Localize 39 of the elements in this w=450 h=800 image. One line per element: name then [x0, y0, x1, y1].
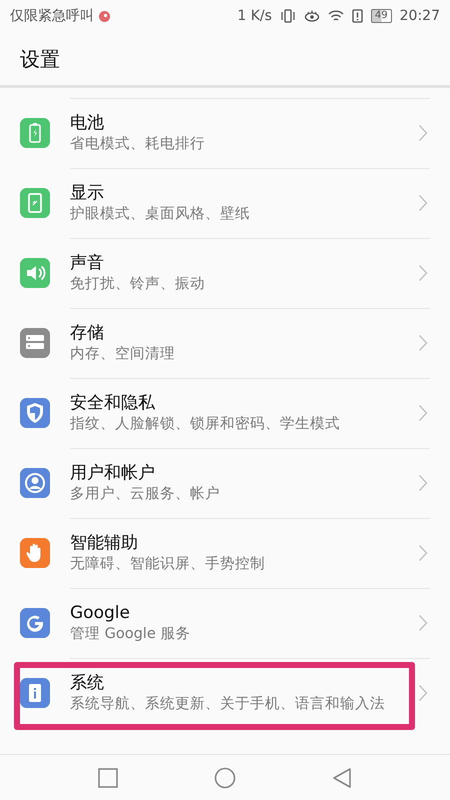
setting-description: 护眼模式、桌面风格、壁纸	[70, 204, 251, 224]
setting-description: 省电模式、耗电排行	[70, 135, 206, 154]
setting-title[interactable]: 声音	[70, 252, 430, 274]
setting-description: 指纹、人脸解锁、锁屏和密码、学生模式	[70, 414, 341, 434]
setting-title[interactable]: 存储	[70, 322, 430, 344]
setting-description: 多用户、云服务、帐户	[70, 485, 221, 504]
setting-title[interactable]: 电池	[70, 112, 430, 134]
setting-title[interactable]: Google	[70, 602, 430, 624]
chevron-icon[interactable]	[418, 194, 428, 212]
chevron-icon[interactable]	[418, 124, 428, 142]
recent-apps-icon[interactable]	[98, 768, 118, 788]
chevron-icon[interactable]	[418, 684, 428, 702]
chevron-icon[interactable]	[418, 404, 428, 422]
sim-alert-icon	[352, 9, 363, 23]
battery-level: 49	[370, 9, 392, 23]
home-icon[interactable]	[214, 766, 236, 788]
setting-title[interactable]: 系统	[70, 672, 390, 694]
setting-title[interactable]: 智能辅助	[70, 532, 430, 554]
setting-title[interactable]: 用户和帐户	[70, 462, 430, 484]
setting-title[interactable]: 安全和隐私	[70, 392, 430, 414]
chevron-icon[interactable]	[418, 474, 428, 492]
clock-time: 20:27	[400, 6, 440, 26]
page-title: 设置	[20, 46, 60, 72]
network-speed: 1 K/s	[237, 6, 272, 26]
setting-description: 免打扰、铃声、振动	[70, 275, 206, 294]
chevron-icon[interactable]	[418, 264, 428, 282]
carrier-text: 仅限紧急呼叫	[10, 6, 94, 26]
wifi-icon	[328, 9, 344, 23]
vibrate-icon	[280, 9, 296, 23]
setting-title[interactable]: 显示	[70, 182, 430, 204]
back-icon[interactable]	[332, 766, 352, 788]
setting-description: 内存、空间清理	[70, 345, 176, 364]
chevron-icon[interactable]	[418, 334, 428, 352]
chevron-icon[interactable]	[418, 614, 428, 632]
chevron-icon[interactable]	[418, 544, 428, 562]
setting-description: 无障碍、智能识屏、手势控制	[70, 554, 266, 574]
setting-description: 管理 Google 服务	[70, 625, 192, 644]
setting-description: 系统导航、系统更新、关于手机、语言和输入法	[70, 694, 386, 714]
eye-icon	[304, 9, 320, 23]
